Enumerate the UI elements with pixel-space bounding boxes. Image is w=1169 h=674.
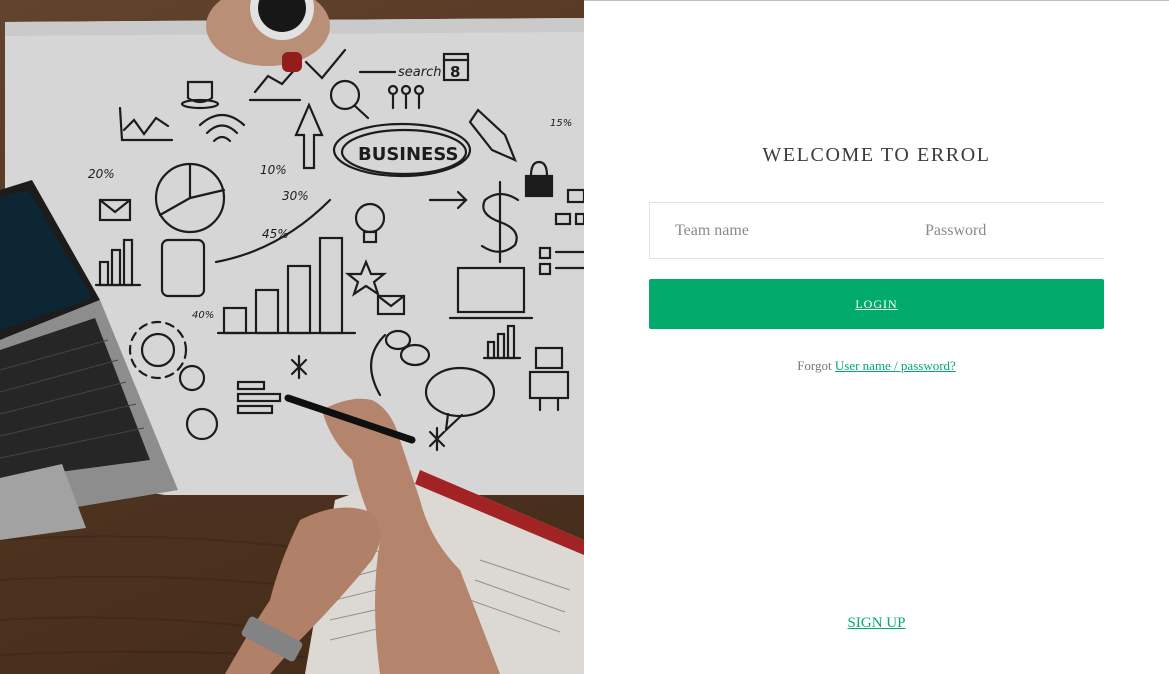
login-page: BUSINESS search 20% 10% 30% 45% 40% 15% … — [0, 0, 1169, 674]
credentials-row — [649, 202, 1150, 259]
password-input[interactable] — [900, 203, 1150, 258]
forgot-prefix: Forgot — [797, 358, 835, 373]
signup-row: SIGN UP — [584, 615, 1169, 632]
hero-image: BUSINESS search 20% 10% 30% 45% 40% 15% … — [0, 0, 584, 674]
signup-link[interactable]: SIGN UP — [848, 615, 906, 631]
forgot-credentials-link[interactable]: User name / password? — [835, 358, 956, 373]
welcome-title: WELCOME TO ERROL — [762, 144, 991, 166]
login-panel: WELCOME TO ERROL LOGIN Forgot User name … — [584, 0, 1169, 674]
login-button[interactable]: LOGIN — [649, 279, 1104, 329]
hero-illustration: BUSINESS search 20% 10% 30% 45% 40% 15% … — [0, 0, 584, 674]
forgot-row: Forgot User name / password? — [584, 358, 1169, 374]
team-name-input[interactable] — [650, 203, 900, 258]
